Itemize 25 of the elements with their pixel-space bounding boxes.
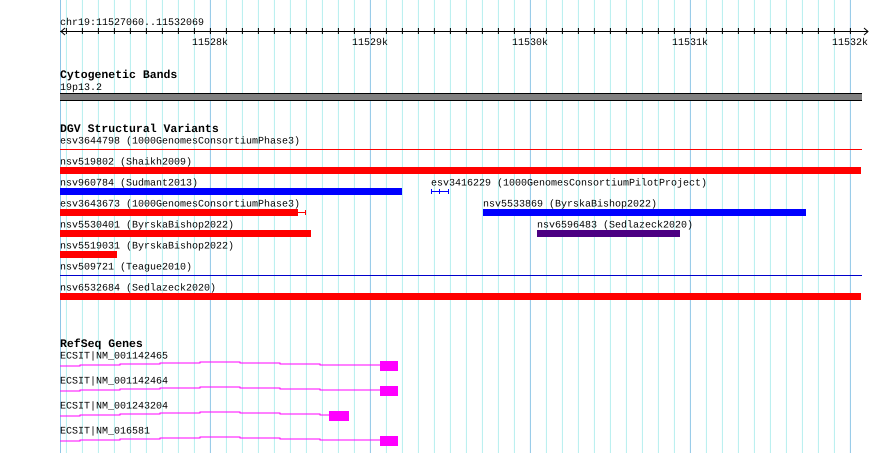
variant-label: esv3416229 (1000GenomesConsortiumPilotProject) — [431, 178, 708, 190]
variant-label: nsv5533869 (ByrskaBishop2022) — [483, 200, 658, 210]
gene-label: ECSIT|NM_001142464 — [60, 376, 168, 388]
tick-label: 11531k — [672, 38, 708, 49]
tick-label: 11529k — [352, 38, 388, 49]
variant-label: nsv5519031 (ByrskaBishop2022) — [60, 242, 234, 252]
track-title: Cytogenetic Bands — [60, 69, 178, 82]
tick-label: 11532k — [832, 38, 868, 49]
track-title: RefSeq Genes — [60, 338, 143, 351]
tick-label: 11530k — [512, 38, 548, 49]
variant-label: esv3643673 (1000GenomesConsortiumPhase3) — [60, 200, 300, 210]
track-title: DGV Structural Variants — [60, 123, 219, 136]
variant-label: nsv519802 (Shaikh2009) — [60, 158, 192, 168]
variant-label: nsv960784 (Sudmant2013) — [60, 178, 198, 190]
variant-label: nsv6596483 (Sedlazeck2020) — [537, 220, 694, 232]
location-label: chr19:11527060..11532069 — [60, 18, 204, 29]
variant-label: nsv5530401 (ByrskaBishop2022) — [60, 220, 234, 232]
variant-label: nsv6532684 (Sedlazeck2020) — [60, 284, 216, 294]
gene-label: ECSIT|NM_001142465 — [60, 352, 168, 362]
tick-label: 11528k — [192, 38, 228, 49]
gene-label: ECSIT|NM_001243204 — [60, 402, 168, 412]
variant-label: esv3644798 (1000GenomesConsortiumPhase3) — [60, 136, 300, 148]
gene-label: ECSIT|NM_016581 — [60, 426, 150, 438]
band-label: 19p13.2 — [60, 83, 102, 94]
variant-label: nsv509721 (Teague2010) — [60, 262, 192, 274]
